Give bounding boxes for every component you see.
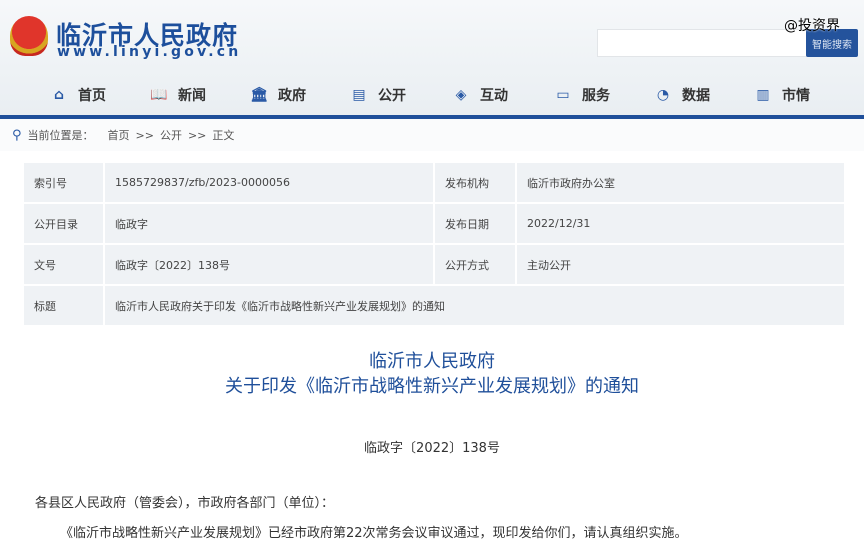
title-value: 临沂市人民政府关于印发《临沂市战略性新兴产业发展规划》的通知 <box>103 284 846 327</box>
national-emblem-logo <box>10 16 48 56</box>
breadcrumb-home[interactable]: 首页 <box>108 127 130 143</box>
title-label: 标题 <box>22 284 105 327</box>
mode-label: 公开方式 <box>433 243 517 286</box>
article-title-line1: 临沂市人民政府 <box>369 351 495 372</box>
nav-label: 数据 <box>682 88 710 104</box>
catalog-label: 公开目录 <box>22 202 105 245</box>
table-row: 公开目录 临政字 发布日期 2022/12/31 <box>22 202 846 245</box>
index-value: 1585729837/zfb/2023-0000056 <box>103 161 435 204</box>
catalog-value: 临政字 <box>103 202 435 245</box>
org-value: 临沂市政府办公室 <box>515 161 846 204</box>
watermark: @投资界 <box>784 18 840 34</box>
article-title-line2: 关于印发《临沂市战略性新兴产业发展规划》的通知 <box>225 376 639 397</box>
breadcrumb-current: 正文 <box>212 129 235 142</box>
article-paragraph: 《临沂市战略性新兴产业发展规划》已经市政府第22次常务会议审议通过，现印发给你们… <box>60 526 688 541</box>
date-label: 发布日期 <box>433 202 517 245</box>
nav-data[interactable]: ◔ 数据 <box>652 80 710 110</box>
docno-label: 文号 <box>22 243 105 286</box>
main-nav: ⌂ 首页 📖 新闻 🏛 政府 ▤ 公开 ◈ 互动 ▭ 服务 ◔ 数据 ▥ 市情 <box>0 80 864 110</box>
breadcrumb: ⚲ 当前位置是： 首页 >> 公开 >> 正文 <box>0 119 864 151</box>
mode-value: 主动公开 <box>515 243 846 286</box>
index-label: 索引号 <box>22 161 105 204</box>
nav-service[interactable]: ▭ 服务 <box>552 80 610 110</box>
handshake-icon: ◈ <box>455 87 467 103</box>
breadcrumb-public[interactable]: 公开 <box>160 127 182 143</box>
building-icon: 🏛 <box>250 87 268 103</box>
breadcrumb-prefix: 当前位置是： <box>27 129 94 142</box>
nav-label: 服务 <box>582 88 610 104</box>
nav-public[interactable]: ▤ 公开 <box>348 80 406 110</box>
nav-label: 公开 <box>378 88 406 104</box>
date-value: 2022/12/31 <box>515 202 846 245</box>
nav-home[interactable]: ⌂ 首页 <box>48 80 106 110</box>
breadcrumb-separator: >> <box>135 128 154 142</box>
breadcrumb-separator: >> <box>187 128 207 142</box>
nav-news[interactable]: 📖 新闻 <box>148 80 206 110</box>
org-label: 发布机构 <box>433 161 517 204</box>
header: 临沂市人民政府 www.linyi.gov.cn 智能搜索 @投资界 ⌂ 首页 📖… <box>0 0 864 116</box>
nav-label: 政府 <box>278 88 306 104</box>
article-docno: 临政字〔2022〕138号 <box>364 441 500 456</box>
table-row: 标题 临沂市人民政府关于印发《临沂市战略性新兴产业发展规划》的通知 <box>22 284 846 327</box>
table-row: 文号 临政字〔2022〕138号 公开方式 主动公开 <box>22 243 846 286</box>
docno-value: 临政字〔2022〕138号 <box>103 243 435 286</box>
nav-government[interactable]: 🏛 政府 <box>248 80 306 110</box>
location-pin-icon: ⚲ <box>12 127 22 143</box>
site-url: www.linyi.gov.cn <box>57 44 242 60</box>
nav-label: 市情 <box>782 88 810 104</box>
nav-label: 新闻 <box>178 88 206 104</box>
metadata-table: 索引号 1585729837/zfb/2023-0000056 发布机构 临沂市政府办… <box>22 161 846 327</box>
nav-label: 互动 <box>480 88 508 104</box>
document-icon: ▤ <box>352 87 366 103</box>
nav-interaction[interactable]: ◈ 互动 <box>450 80 508 110</box>
nav-label: 首页 <box>78 88 106 104</box>
chart-icon: ◔ <box>656 87 670 103</box>
book-icon: 📖 <box>150 87 168 103</box>
nav-city[interactable]: ▥ 市情 <box>752 80 810 110</box>
search-input[interactable] <box>597 29 807 57</box>
city-icon: ▥ <box>756 87 770 103</box>
chat-icon: ▭ <box>556 87 570 103</box>
article-salutation: 各县区人民政府（管委会），市政府各部门（单位）： <box>35 496 335 511</box>
table-row: 索引号 1585729837/zfb/2023-0000056 发布机构 临沂市政府办… <box>22 161 846 204</box>
home-icon: ⌂ <box>53 87 65 103</box>
